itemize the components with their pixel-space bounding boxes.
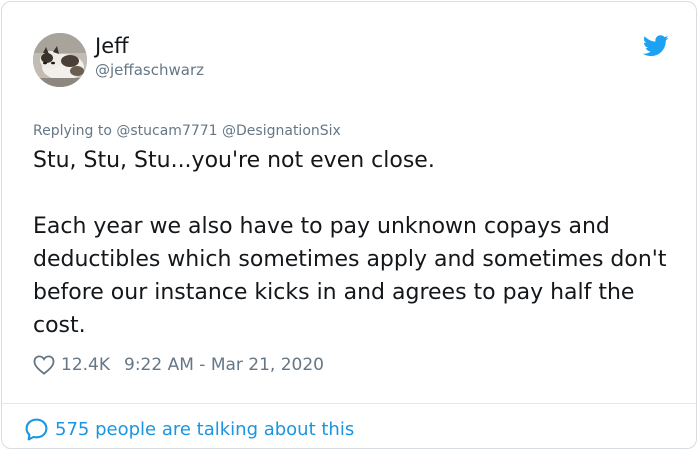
tweet-text: Stu, Stu, Stu...you're not even close. E…: [33, 144, 673, 342]
reply-context[interactable]: Replying to @stucam7771 @DesignationSix: [33, 121, 341, 141]
talking-text[interactable]: 575 people are talking about this: [55, 419, 354, 440]
author-avatar[interactable]: [33, 33, 87, 87]
divider: [2, 403, 696, 404]
tweet-paragraph: Stu, Stu, Stu...you're not even close.: [33, 148, 435, 173]
like-count[interactable]: 12.4K: [61, 355, 110, 375]
talking-link[interactable]: 575 people are talking about this: [24, 415, 354, 443]
twitter-bird-icon[interactable]: [643, 35, 669, 57]
author-handle[interactable]: @jeffaschwarz: [95, 60, 204, 80]
cat-photo-avatar: [33, 33, 87, 87]
speech-bubble-icon: [25, 418, 48, 440]
tweet-meta: 12.4K 9:22 AM - Mar 21, 2020: [33, 352, 324, 378]
tweet-timestamp[interactable]: 9:22 AM - Mar 21, 2020: [124, 355, 324, 375]
tweet-card: Jeff @jeffaschwarz Replying to @stucam77…: [1, 1, 697, 449]
author-name[interactable]: Jeff: [95, 33, 129, 59]
heart-icon[interactable]: [33, 355, 55, 375]
tweet-paragraph: Each year we also have to pay unknown co…: [33, 214, 667, 338]
